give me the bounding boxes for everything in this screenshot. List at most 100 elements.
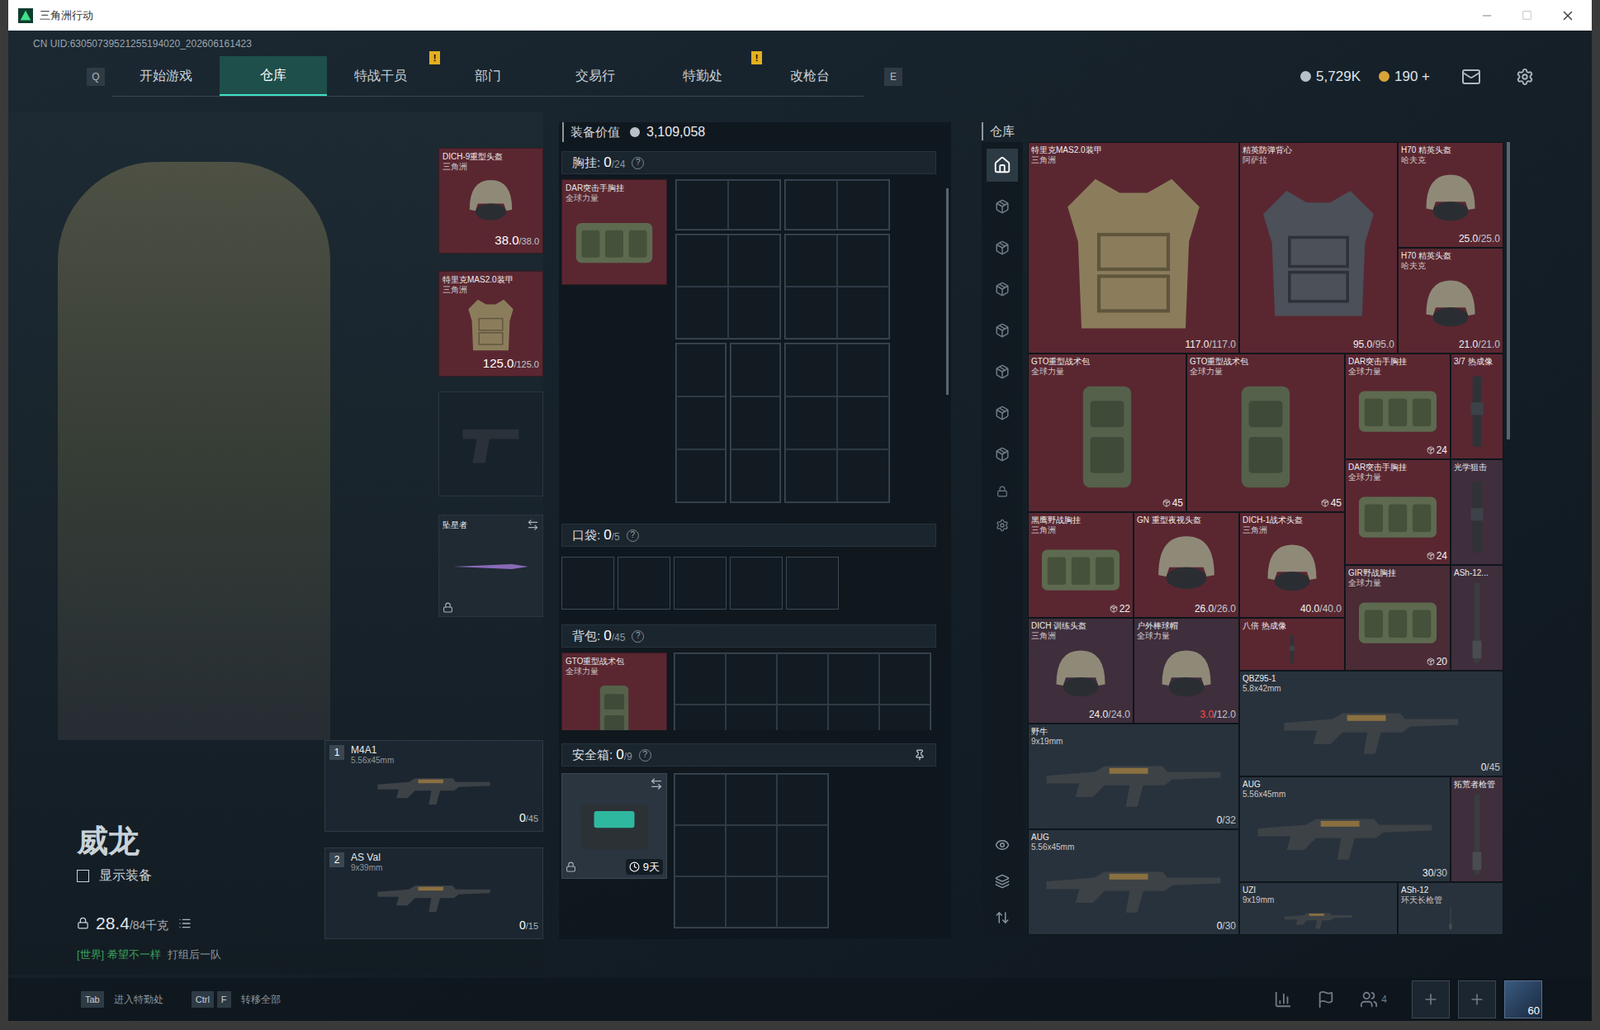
- grid-cell[interactable]: [785, 179, 838, 230]
- pin-icon[interactable]: [913, 748, 926, 761]
- grid-cell[interactable]: [728, 179, 781, 230]
- helmet-slot[interactable]: DICH-9重型头盔三角洲38.0/38.0: [438, 147, 544, 254]
- grid-cell[interactable]: [674, 704, 726, 730]
- grid-cell[interactable]: [725, 704, 777, 730]
- sort-icon[interactable]: [994, 909, 1010, 925]
- grid-cell[interactable]: [776, 653, 829, 705]
- grid-cell[interactable]: [730, 343, 781, 397]
- close-icon[interactable]: [1560, 8, 1576, 24]
- grid-cell[interactable]: [725, 773, 777, 825]
- flag-icon[interactable]: [1316, 989, 1335, 1009]
- invite-slot[interactable]: [1411, 979, 1450, 1018]
- swap-icon[interactable]: [649, 776, 663, 791]
- grid-cell[interactable]: [674, 653, 726, 705]
- warehouse-tab[interactable]: [986, 231, 1018, 265]
- nav-tab[interactable]: 部门: [434, 56, 542, 96]
- grid-cell[interactable]: [730, 449, 781, 502]
- grid-cell[interactable]: [728, 286, 781, 339]
- warehouse-item[interactable]: DAR突击手胸挂全球力量24: [1344, 459, 1451, 565]
- grid-cell[interactable]: [837, 343, 890, 397]
- grid-cell[interactable]: [785, 396, 838, 450]
- nav-tab[interactable]: 开始游戏: [112, 56, 220, 96]
- help-button[interactable]: ?: [631, 629, 644, 643]
- grid-cell[interactable]: [837, 179, 890, 230]
- grid-cell[interactable]: [879, 704, 931, 730]
- grid-cell[interactable]: [828, 704, 880, 730]
- key-hint[interactable]: CtrlF转移全部: [191, 990, 281, 1008]
- grid-cell[interactable]: [676, 396, 726, 450]
- equipped-item[interactable]: DAR突击手胸挂全球力量: [561, 179, 668, 285]
- armor-slot[interactable]: 特里克MAS2.0装甲三角洲125.0/125.0: [438, 270, 544, 377]
- grid-cell[interactable]: [776, 875, 829, 928]
- nav-tab[interactable]: 特战干员!: [326, 56, 435, 96]
- warehouse-item[interactable]: DAR突击手胸挂全球力量24: [1344, 353, 1451, 460]
- equipped-item[interactable]: GTO重型战术包全球力量: [561, 652, 668, 730]
- warehouse-item[interactable]: DICH-1战术头盔三角洲40.0/40.0: [1239, 511, 1345, 618]
- list-icon[interactable]: [178, 916, 192, 930]
- warehouse-item[interactable]: AUG5.56x45mm0/30: [1027, 828, 1240, 935]
- melee-slot[interactable]: 坠星者: [438, 514, 544, 617]
- grid-cell[interactable]: [730, 396, 781, 450]
- warehouse-item[interactable]: GTO重型战术包全球力量45: [1186, 353, 1345, 512]
- warehouse-item[interactable]: 光学狙击: [1450, 459, 1504, 565]
- pocket-slot[interactable]: [673, 556, 727, 610]
- grid-cell[interactable]: [728, 234, 781, 287]
- warehouse-item[interactable]: H70 精英头盔哈夫克25.0/25.0: [1397, 142, 1504, 248]
- grid-cell[interactable]: [676, 286, 729, 339]
- gear-icon[interactable]: [1515, 67, 1534, 86]
- pocket-slot[interactable]: [729, 556, 783, 610]
- warehouse-item[interactable]: ASh-12环天长枪管: [1397, 881, 1504, 935]
- warehouse-item[interactable]: GTO重型战术包全球力量45: [1027, 353, 1187, 512]
- secure-case-item[interactable]: 9天: [561, 772, 668, 879]
- grid-cell[interactable]: [785, 449, 838, 502]
- grid-cell[interactable]: [676, 234, 729, 287]
- grid-cell[interactable]: [725, 824, 777, 876]
- grid-cell[interactable]: [837, 449, 890, 502]
- grid-cell[interactable]: [837, 286, 890, 339]
- nav-tab[interactable]: 仓库: [219, 56, 327, 96]
- minimize-icon[interactable]: [1480, 9, 1494, 23]
- weapon-slot[interactable]: 2AS Val9x39mm0/15: [324, 847, 544, 939]
- warehouse-tab[interactable]: [986, 437, 1018, 471]
- warehouse-item[interactable]: DICH 训练头盔三角洲24.0/24.0: [1027, 617, 1134, 724]
- grid-cell[interactable]: [674, 875, 726, 928]
- pistol-slot[interactable]: [438, 391, 544, 497]
- maximize-icon[interactable]: [1521, 9, 1533, 21]
- grid-cell[interactable]: [725, 653, 777, 705]
- gear-icon[interactable]: [995, 518, 1009, 532]
- warehouse-item[interactable]: 3/7 热成像: [1450, 353, 1504, 460]
- warehouse-tab[interactable]: [986, 272, 1018, 306]
- view-icon[interactable]: [994, 837, 1010, 853]
- pocket-slot[interactable]: [785, 556, 839, 610]
- warehouse-item[interactable]: GN 重型夜视头盔26.0/26.0: [1133, 511, 1240, 618]
- stats-icon[interactable]: [1273, 989, 1293, 1009]
- squad-button[interactable]: 4: [1359, 989, 1387, 1009]
- weapon-slot[interactable]: 1M4A15.56x45mm0/45: [324, 739, 544, 832]
- warehouse-item[interactable]: 户外棒球帽全球力量3.0/12.0: [1133, 617, 1240, 724]
- pocket-slot[interactable]: [617, 556, 671, 610]
- nav-tab[interactable]: 交易行: [541, 56, 649, 96]
- key-hint[interactable]: E: [884, 67, 903, 86]
- grid-cell[interactable]: [837, 234, 890, 287]
- grid-cell[interactable]: [785, 286, 838, 339]
- currency[interactable]: 190 +: [1378, 66, 1430, 88]
- grid-cell[interactable]: [674, 824, 726, 876]
- layers-icon[interactable]: [994, 873, 1010, 889]
- warehouse-item[interactable]: AUG5.56x45mm30/30: [1239, 776, 1451, 882]
- invite-slot[interactable]: [1457, 979, 1496, 1018]
- grid-cell[interactable]: [676, 179, 729, 230]
- help-button[interactable]: ?: [631, 156, 644, 170]
- show-equipment-toggle[interactable]: 显示装备: [76, 865, 325, 886]
- grid-cell[interactable]: [674, 773, 726, 825]
- grid-cell[interactable]: [725, 875, 777, 928]
- currency[interactable]: 5,729K: [1300, 66, 1361, 88]
- warehouse-item[interactable]: 黑鹰野战胸挂三角洲22: [1027, 511, 1134, 618]
- pocket-slot[interactable]: [561, 556, 615, 610]
- warehouse-item[interactable]: QBZ95-15.8x42mm0/45: [1239, 670, 1504, 777]
- swap-icon[interactable]: [526, 518, 540, 531]
- grid-cell[interactable]: [785, 234, 838, 287]
- lock-icon[interactable]: [996, 485, 1009, 498]
- grid-cell[interactable]: [776, 773, 829, 825]
- grid-cell[interactable]: [828, 653, 880, 705]
- warehouse-tab[interactable]: [986, 189, 1018, 223]
